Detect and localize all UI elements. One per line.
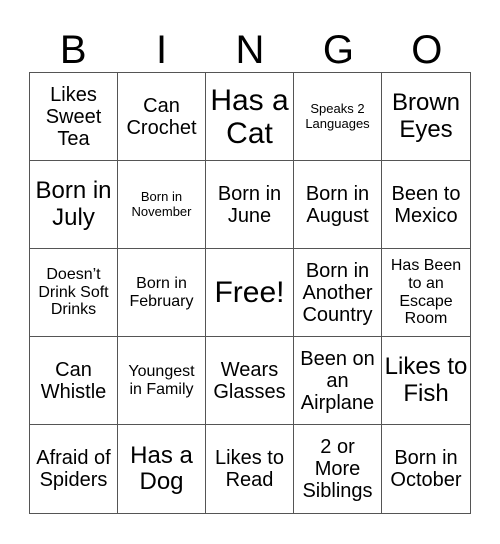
- bingo-cell[interactable]: Likes Sweet Tea: [30, 73, 118, 161]
- bingo-cell-label: Has a Dog: [130, 441, 193, 495]
- bingo-cell[interactable]: Born in August: [294, 161, 382, 249]
- bingo-cell[interactable]: Wears Glasses: [206, 337, 294, 425]
- bingo-cell-label: Brown Eyes: [391, 89, 461, 143]
- bingo-cell[interactable]: Born in Another Country: [294, 249, 382, 337]
- bingo-cell[interactable]: Likes to Fish: [382, 337, 470, 425]
- header-letter-i: I: [156, 28, 168, 72]
- bingo-cell-label: Has a Cat: [210, 83, 289, 150]
- bingo-cell-label: Can Crochet: [126, 94, 197, 139]
- bingo-cell-label: Born in July: [35, 177, 112, 231]
- bingo-cell-label: Likes to Read: [215, 447, 284, 491]
- free-space-cell[interactable]: Free!: [206, 249, 294, 337]
- bingo-cell[interactable]: Likes to Read: [206, 425, 294, 513]
- bingo-cell-label: Born in February: [129, 274, 194, 310]
- bingo-cell[interactable]: Brown Eyes: [382, 73, 470, 161]
- bingo-cell-label: Doesn’t Drink Soft Drinks: [38, 266, 109, 319]
- bingo-cell[interactable]: 2 or More Siblings: [294, 425, 382, 513]
- bingo-cell[interactable]: Speaks 2 Languages: [294, 73, 382, 161]
- bingo-cell[interactable]: Has Been to an Escape Room: [382, 249, 470, 337]
- bingo-cell[interactable]: Been on an Airplane: [294, 337, 382, 425]
- bingo-cell-label: Been to Mexico: [391, 182, 461, 227]
- bingo-cell[interactable]: Can Crochet: [118, 73, 206, 161]
- bingo-cell[interactable]: Born in October: [382, 425, 470, 513]
- header-letter-n: N: [235, 28, 265, 72]
- bingo-cell-label: Wears Glasses: [213, 358, 286, 403]
- bingo-cell-label: Been on an Airplane: [300, 347, 375, 414]
- bingo-cell[interactable]: Afraid of Spiders: [30, 425, 118, 513]
- header-letter-b: B: [59, 28, 87, 72]
- bingo-cell-label: Has Been to an Escape Room: [390, 257, 462, 328]
- bingo-cell[interactable]: Born in November: [118, 161, 206, 249]
- bingo-cell[interactable]: Youngest in Family: [118, 337, 206, 425]
- bingo-cell[interactable]: Can Whistle: [30, 337, 118, 425]
- bingo-cell-label: Afraid of Spiders: [36, 447, 111, 491]
- bingo-cell[interactable]: Doesn’t Drink Soft Drinks: [30, 249, 118, 337]
- bingo-cell-label: 2 or More Siblings: [302, 436, 373, 502]
- bingo-cell[interactable]: Born in February: [118, 249, 206, 337]
- bingo-cell[interactable]: Been to Mexico: [382, 161, 470, 249]
- bingo-cell-label: Born in August: [305, 182, 370, 227]
- bingo-card-grid: Likes Sweet Tea Can Crochet Has a Cat Speak…: [29, 72, 471, 514]
- bingo-cell-label: Can Whistle: [40, 358, 107, 403]
- bingo-cell-label: Youngest in Family: [128, 362, 195, 398]
- bingo-cell[interactable]: Born in July: [30, 161, 118, 249]
- bingo-cell-label: Born in June: [217, 182, 282, 227]
- bingo-cell-label: Born in Another Country: [302, 259, 373, 326]
- bingo-header: B I N G O: [29, 28, 471, 72]
- bingo-cell[interactable]: Has a Cat: [206, 73, 294, 161]
- bingo-cell-label: Likes Sweet Tea: [45, 83, 102, 150]
- bingo-cell[interactable]: Has a Dog: [118, 425, 206, 513]
- header-letter-o: O: [411, 28, 443, 72]
- bingo-cell-label: Born in November: [131, 189, 192, 219]
- bingo-cell-label: Speaks 2 Languages: [305, 101, 370, 131]
- header-letter-g: G: [322, 28, 354, 72]
- bingo-cell-label: Born in October: [390, 447, 462, 491]
- bingo-cell-label: Likes to Fish: [384, 353, 468, 407]
- bingo-cell-label: Free!: [214, 276, 285, 309]
- bingo-cell[interactable]: Born in June: [206, 161, 294, 249]
